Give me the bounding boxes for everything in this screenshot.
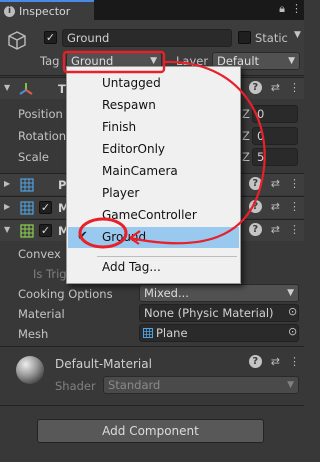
mesh-collider-icon — [20, 224, 34, 238]
physic-material-value: None (Physic Material) — [144, 306, 274, 320]
physic-material-field[interactable]: None (Physic Material) — [139, 304, 299, 322]
material-sphere-icon — [16, 356, 44, 384]
scale-z-field[interactable]: 5 — [252, 148, 298, 166]
shader-label: Shader — [55, 379, 96, 393]
more-icon[interactable]: ⋮ — [289, 355, 300, 368]
lock-icon[interactable]: 🔒︎ — [279, 2, 285, 16]
presets-icon[interactable]: ⇄ — [271, 200, 280, 213]
more-icon[interactable]: ⋮ — [289, 81, 300, 94]
convex-label: Convex — [18, 247, 61, 261]
info-icon: i — [4, 5, 15, 17]
transform-axis-icon — [19, 83, 33, 95]
help-icon[interactable]: ? — [248, 355, 262, 368]
chevron-down-icon: ▼ — [287, 288, 294, 298]
tag-dropdown-menu: Untagged Respawn Finish EditorOnly MainC… — [66, 66, 241, 284]
menu-item-ground[interactable]: Ground — [102, 230, 146, 244]
more-menu-icon[interactable]: ⋮ — [291, 2, 302, 16]
rotation-z-field[interactable]: 0 — [252, 127, 298, 145]
position-z-field[interactable]: 0 — [252, 105, 298, 123]
checkmark-icon: ✔ — [77, 229, 88, 244]
presets-icon[interactable]: ⇄ — [271, 81, 280, 94]
cooking-options-label: Cooking Options — [18, 287, 113, 301]
mesh-field[interactable]: Plane — [139, 324, 299, 342]
presets-icon[interactable]: ⇄ — [271, 223, 280, 236]
foldout-collapsed-icon[interactable]: ▶ — [4, 179, 10, 188]
object-picker-icon[interactable]: ⊙ — [288, 325, 297, 338]
component-enabled-checkbox[interactable]: ✓ — [39, 224, 52, 237]
menu-item-player[interactable]: Player — [102, 186, 139, 200]
help-icon[interactable]: ? — [248, 177, 262, 190]
foldout-collapsed-icon[interactable]: ▶ — [4, 202, 10, 211]
transform-title: T — [58, 82, 66, 96]
foldout-expanded-icon[interactable]: ▼ — [4, 225, 10, 234]
rotation-label: Rotation — [18, 129, 67, 143]
more-icon[interactable]: ⋮ — [289, 223, 300, 236]
chevron-down-icon: ▼ — [288, 56, 295, 66]
menu-item-editoronly[interactable]: EditorOnly — [102, 142, 165, 156]
static-label: Static — [255, 31, 288, 45]
scale-label: Scale — [18, 150, 49, 164]
chevron-down-icon: ▼ — [287, 380, 294, 390]
presets-icon[interactable]: ⇄ — [271, 177, 280, 190]
help-icon[interactable]: ? — [248, 223, 262, 236]
material-name: Default-Material — [55, 357, 152, 371]
scale-z-axis: Z — [242, 150, 250, 164]
tag-label: Tag — [40, 54, 60, 68]
shader-value: Standard — [108, 378, 161, 392]
material-label: Material — [18, 307, 65, 321]
tab-label: Inspector — [19, 4, 71, 18]
active-checkbox[interactable]: ✓ — [44, 31, 57, 44]
mesh-label: Mesh — [18, 327, 49, 341]
add-component-button[interactable]: Add Component — [37, 419, 264, 443]
object-picker-icon[interactable]: ⊙ — [288, 305, 297, 318]
position-z-axis: Z — [242, 107, 250, 121]
menu-item-add-tag[interactable]: Add Tag... — [102, 260, 161, 274]
menu-separator — [97, 256, 237, 257]
foldout-expanded-icon[interactable]: ▼ — [4, 83, 10, 92]
static-dropdown-arrow[interactable]: ▼ — [294, 30, 301, 40]
help-icon[interactable]: ? — [248, 200, 262, 213]
mesh-asset-icon — [143, 328, 153, 338]
menu-item-respawn[interactable]: Respawn — [102, 98, 156, 112]
shader-dropdown[interactable]: Standard ▼ — [103, 376, 299, 394]
more-icon[interactable]: ⋮ — [289, 200, 300, 213]
menu-item-gamecontroller[interactable]: GameController — [102, 208, 197, 222]
help-icon[interactable]: ? — [248, 81, 262, 94]
menu-item-finish[interactable]: Finish — [102, 120, 136, 134]
mesh-value: Plane — [156, 326, 188, 340]
menu-item-maincamera[interactable]: MainCamera — [102, 164, 178, 178]
divider — [0, 405, 304, 406]
cooking-options-value: Mixed... — [144, 286, 189, 300]
tab-inspector[interactable]: i Inspector — [0, 0, 94, 20]
cooking-options-dropdown[interactable]: Mixed... ▼ — [139, 284, 299, 302]
component-enabled-checkbox[interactable]: ✓ — [39, 201, 52, 214]
is-trigger-label: Is Trig — [33, 267, 67, 281]
presets-icon[interactable]: ⇄ — [271, 355, 280, 368]
more-icon[interactable]: ⋮ — [289, 177, 300, 190]
static-checkbox[interactable] — [238, 31, 251, 44]
mesh-grid-icon — [20, 178, 34, 192]
mesh-renderer-icon — [20, 201, 34, 215]
object-name-field[interactable]: Ground — [62, 29, 232, 47]
menu-item-untagged[interactable]: Untagged — [102, 76, 161, 90]
gameobject-cube-icon — [8, 31, 26, 50]
menu-highlight — [68, 227, 239, 248]
position-label: Position — [18, 107, 63, 121]
rotation-z-axis: Z — [242, 129, 250, 143]
divider — [0, 346, 304, 347]
tab-bar: i Inspector 🔒︎ ⋮ — [0, 0, 304, 20]
